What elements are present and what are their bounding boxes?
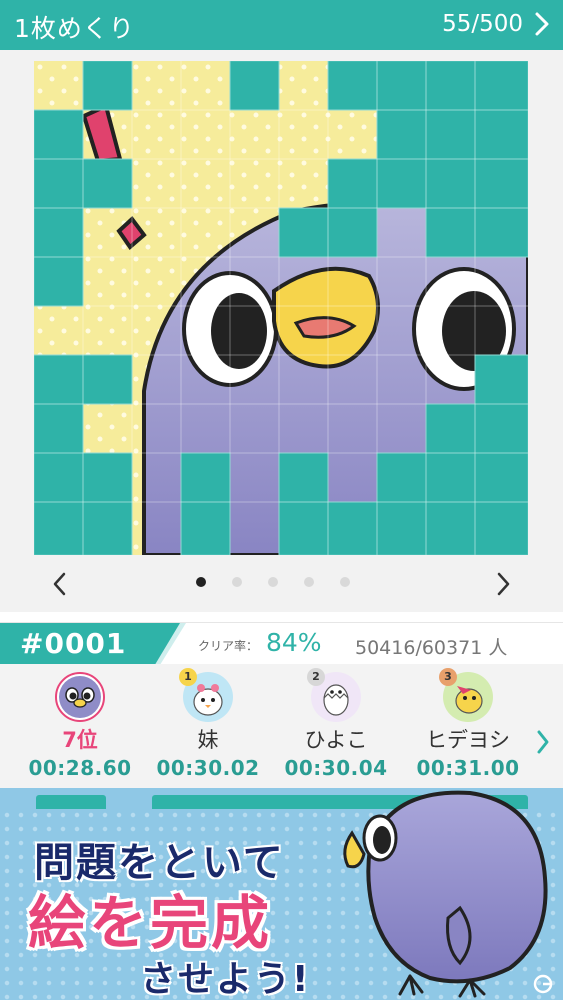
clear-rate-value: 84% [266, 628, 322, 657]
purple-bird-icon [59, 676, 101, 718]
rank-medal: 1 [179, 668, 197, 686]
ranking-label: ヒデヨシ [426, 728, 510, 752]
puzzle-progress: 55/500 [442, 11, 523, 37]
ranking-entry-self[interactable]: 7位 00:28.60 [20, 672, 140, 780]
image-pager [0, 560, 563, 608]
page-dot[interactable] [232, 577, 242, 587]
puzzle-stats: #0001 クリア率： 84% 50416/60371 人 [0, 622, 563, 665]
ranking-entry[interactable]: 3 ヒデヨシ 00:31.00 [408, 668, 528, 780]
site-watermark-icon [533, 974, 553, 994]
promo-line-3: させよう! [140, 959, 311, 1000]
chevron-left-icon[interactable] [50, 571, 70, 597]
avatar: 2 [307, 668, 361, 722]
chevron-right-icon[interactable] [493, 571, 513, 597]
hidden-button[interactable] [36, 795, 106, 809]
puzzle-number: #0001 [20, 627, 127, 660]
puzzle-board[interactable] [34, 61, 528, 555]
promo-line-2: 絵を完成 [28, 889, 273, 957]
avatar: 1 [179, 668, 233, 722]
page-indicator [196, 577, 350, 587]
rank-medal: 3 [439, 668, 457, 686]
ranking-label: 妹 [197, 728, 219, 752]
ranking-time: 00:31.00 [416, 756, 520, 780]
mascot-bird-illustration [343, 790, 548, 998]
puzzle-area [0, 50, 563, 612]
ranking-time: 00:30.02 [156, 756, 260, 780]
clear-rate-label: クリア率： [198, 639, 259, 653]
avatar [55, 672, 105, 722]
ranking-time: 00:28.60 [28, 756, 132, 780]
ranking-list: 7位 00:28.60 1 妹 00:30.02 2 ひよこ 00:30.04 [0, 664, 563, 788]
avatar: 3 [439, 668, 493, 722]
page-title: 1枚めくり [14, 14, 135, 43]
clear-counts: 50416/60371 人 [355, 637, 508, 659]
ranking-time: 00:30.04 [284, 756, 388, 780]
page-dot[interactable] [340, 577, 350, 587]
promo-banner: 問題をといて 絵を完成 させよう! [0, 788, 563, 1000]
rank-medal: 2 [307, 668, 325, 686]
page-dot[interactable] [196, 577, 206, 587]
chevron-right-icon[interactable] [535, 729, 551, 755]
ranking-entry[interactable]: 1 妹 00:30.02 [148, 668, 268, 780]
ranking-entry[interactable]: 2 ひよこ 00:30.04 [276, 668, 396, 780]
page-dot[interactable] [304, 577, 314, 587]
app-header: 1枚めくり 55/500 [0, 0, 563, 50]
chevron-right-icon[interactable] [531, 10, 553, 38]
ranking-label: ひよこ [304, 728, 368, 752]
puzzle-image [34, 61, 528, 555]
ranking-label: 7位 [62, 728, 98, 752]
page-dot[interactable] [268, 577, 278, 587]
